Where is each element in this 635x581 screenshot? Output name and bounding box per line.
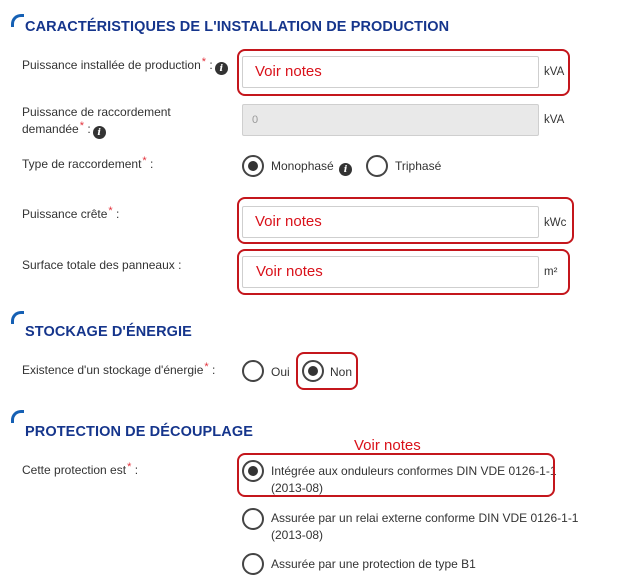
option-text-line2: (2013-08) <box>271 528 324 542</box>
radio-label-protection-relai: Assurée par un relai externe conforme DI… <box>271 510 578 544</box>
radio-oui[interactable] <box>242 360 264 382</box>
annotation-box-surface-panneaux <box>237 249 570 295</box>
label-colon: : <box>150 157 154 171</box>
annotation-box-puissance-installee <box>237 49 570 96</box>
unit-kva: kVA <box>544 66 565 78</box>
radio-protection-b1[interactable] <box>242 553 264 575</box>
radio-label-protection-b1: Assurée par une protection de type B1 <box>271 557 476 571</box>
unit-kwc: kWc <box>544 217 567 229</box>
annotation-text-protection: Voir notes <box>354 437 421 454</box>
radio-triphase[interactable] <box>366 155 388 177</box>
label-text: Puissance installée de production <box>22 58 201 72</box>
radio-label-oui: Oui <box>271 365 290 379</box>
label-type-raccordement: Type de raccordement* : <box>22 155 154 174</box>
label-text: Cette protection est <box>22 463 127 477</box>
label-text: Type de raccordement <box>22 157 142 171</box>
unit-kva: kVA <box>544 114 565 126</box>
label-line2: demandée <box>22 122 79 136</box>
puissance-raccordement-input: 0 <box>242 104 539 136</box>
label-colon: : <box>212 363 216 377</box>
label-colon: : <box>87 122 91 136</box>
label-colon: : <box>116 207 120 221</box>
info-icon[interactable]: i <box>339 163 353 176</box>
required-marker: * <box>204 361 209 373</box>
label-puissance-raccordement: Puissance de raccordement demandée* :i <box>22 104 171 139</box>
label-protection: Cette protection est* : <box>22 461 139 480</box>
option-text: Monophasé <box>271 159 334 173</box>
info-icon[interactable]: i <box>214 62 228 75</box>
label-stockage-existence: Existence d'un stockage d'énergie* : <box>22 361 216 380</box>
corner-bracket-icon <box>11 14 24 27</box>
required-marker: * <box>201 56 207 68</box>
label-line1: Puissance de raccordement <box>22 105 171 119</box>
option-text-line1: Assurée par un relai externe conforme DI… <box>271 511 579 525</box>
radio-protection-relai[interactable] <box>242 508 264 530</box>
label-colon: : <box>209 58 213 72</box>
annotation-box-puissance-crete <box>237 197 574 244</box>
radio-label-monophase: Monophasé i <box>271 158 353 176</box>
label-text: Existence d'un stockage d'énergie <box>22 363 204 377</box>
corner-bracket-icon <box>11 311 24 324</box>
annotation-box-protection-onduleurs <box>237 453 555 497</box>
section-title-protection: PROTECTION DE DÉCOUPLAGE <box>25 424 253 440</box>
section-title-installation: CARACTÉRISTIQUES DE L'INSTALLATION DE PR… <box>25 19 450 35</box>
label-puissance-crete: Puissance crête* : <box>22 205 120 224</box>
required-marker: * <box>79 120 84 132</box>
corner-bracket-icon <box>11 410 24 423</box>
section-title-stockage: STOCKAGE D'ÉNERGIE <box>25 324 192 340</box>
label-text: Puissance crête <box>22 207 108 221</box>
required-marker: * <box>142 155 147 167</box>
annotation-box-stockage-non <box>296 352 358 390</box>
info-icon[interactable]: i <box>92 126 106 139</box>
unit-m2: m² <box>544 266 558 278</box>
label-puissance-installee: Puissance installée de production* :i <box>22 56 228 75</box>
radio-label-triphase: Triphasé <box>395 159 442 173</box>
label-surface-panneaux: Surface totale des panneaux : <box>22 258 182 272</box>
label-colon: : <box>134 463 139 477</box>
radio-monophase[interactable] <box>242 155 264 177</box>
required-marker: * <box>108 205 113 217</box>
required-marker: * <box>127 461 132 473</box>
